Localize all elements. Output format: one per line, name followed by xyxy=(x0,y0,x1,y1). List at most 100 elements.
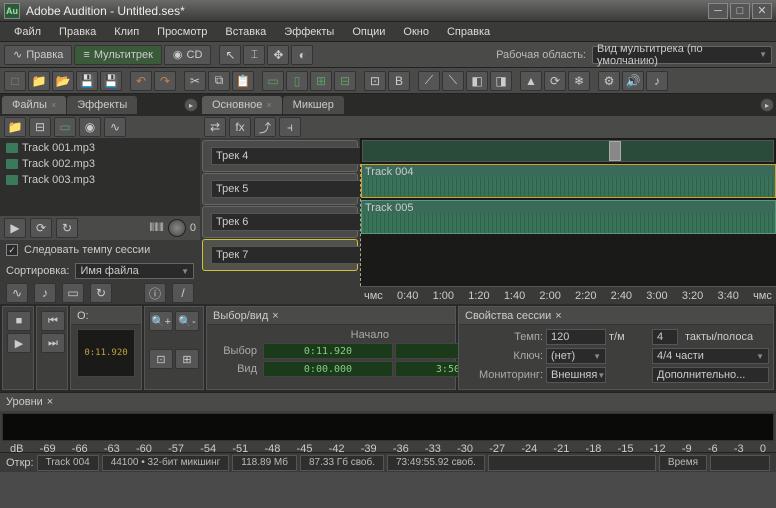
time-ruler[interactable]: чмс 0:401:001:201:402:002:202:403:003:20… xyxy=(360,286,776,304)
menu-edit[interactable]: Правка xyxy=(51,24,104,40)
menu-window[interactable]: Окно xyxy=(395,24,437,40)
key-dropdown[interactable]: (нет)▼ xyxy=(546,348,606,364)
insert-cd-button[interactable]: ◉ xyxy=(79,117,101,137)
inputs-button[interactable]: ⇄ xyxy=(204,117,226,137)
close-icon[interactable]: × xyxy=(51,100,56,110)
track-header[interactable]: Н С З xyxy=(202,239,358,271)
tool-hybrid-button[interactable]: ✥ xyxy=(267,45,289,65)
stop-button[interactable]: ■ xyxy=(7,311,31,331)
trim-button[interactable]: ⊞ xyxy=(310,71,332,91)
zoom-fit-button[interactable]: ⊡ xyxy=(149,349,173,369)
close-file-button[interactable]: ⊟ xyxy=(29,117,51,137)
settings-button[interactable]: ⚙ xyxy=(598,71,620,91)
panel-menu-button[interactable]: ▸ xyxy=(184,98,198,112)
file-list[interactable]: Track 001.mp3 Track 002.mp3 Track 003.mp… xyxy=(0,138,200,216)
zoom-out-button[interactable]: 🔍- xyxy=(175,311,199,331)
track-name-input[interactable] xyxy=(211,147,363,165)
envelope-button[interactable]: ⟋ xyxy=(418,71,440,91)
track-header[interactable]: Н С З xyxy=(202,140,358,172)
close-icon[interactable]: × xyxy=(555,310,561,322)
sel-start-input[interactable] xyxy=(263,343,393,359)
track-name-input[interactable] xyxy=(211,213,363,231)
insert-multitrack-button[interactable]: ▭ xyxy=(54,117,76,137)
tab-mixer[interactable]: Микшер xyxy=(283,96,344,114)
panel-menu-button[interactable]: ▸ xyxy=(760,98,774,112)
file-item[interactable]: Track 002.mp3 xyxy=(2,156,198,172)
timesig-dropdown[interactable]: 4/4 части▼ xyxy=(652,348,769,364)
file-item[interactable]: Track 003.mp3 xyxy=(2,172,198,188)
path-button[interactable]: / xyxy=(172,283,194,303)
minimize-button[interactable]: ─ xyxy=(708,3,728,19)
rewind-button[interactable]: ⏮ xyxy=(41,311,65,331)
mode-multitrack-button[interactable]: ≡Мультитрек xyxy=(74,45,162,65)
audio-clip[interactable]: Track 004 xyxy=(361,164,776,198)
metronome-button[interactable]: ▲ xyxy=(520,71,542,91)
copy-button[interactable]: ⧉ xyxy=(208,71,230,91)
loop-preview-button[interactable]: ↻ xyxy=(56,218,78,238)
follow-tempo-checkbox[interactable]: ✓ xyxy=(6,244,18,256)
sort-dropdown[interactable]: Имя файла▼ xyxy=(75,263,194,279)
forward-button[interactable]: ⏭ xyxy=(41,333,65,353)
open-append-button[interactable]: 📂 xyxy=(52,71,74,91)
ungroup-button[interactable]: ▯ xyxy=(286,71,308,91)
tool-time-select-button[interactable]: ⌶ xyxy=(243,45,265,65)
paste-button[interactable]: 📋 xyxy=(232,71,254,91)
session-overview[interactable] xyxy=(362,140,774,162)
menu-help[interactable]: Справка xyxy=(439,24,498,40)
undo-button[interactable]: ↶ xyxy=(130,71,152,91)
bars-input[interactable] xyxy=(652,329,678,345)
zoom-in-button[interactable]: 🔍+ xyxy=(149,311,173,331)
filter-audio-button[interactable]: ∿ xyxy=(6,283,28,303)
filter-loop-button[interactable]: ↻ xyxy=(90,283,112,303)
tab-effects[interactable]: Эффекты xyxy=(67,96,137,114)
midi-button[interactable]: ♪ xyxy=(646,71,668,91)
overview-handle[interactable] xyxy=(609,141,621,161)
close-icon[interactable]: × xyxy=(47,396,53,408)
audio-hw-button[interactable]: 🔊 xyxy=(622,71,644,91)
track-name-input[interactable] xyxy=(211,246,363,264)
play-button[interactable]: ▶ xyxy=(7,333,31,353)
freeze-button[interactable]: ❄ xyxy=(568,71,590,91)
tempo-input[interactable] xyxy=(546,329,606,345)
close-button[interactable]: ✕ xyxy=(752,3,772,19)
zoom-sel-button[interactable]: ⊞ xyxy=(175,349,199,369)
preview-volume-knob[interactable] xyxy=(168,219,186,237)
advanced-button[interactable]: Дополнительно... xyxy=(652,367,769,383)
group-button[interactable]: ▭ xyxy=(262,71,284,91)
audio-clip[interactable]: Track 005 xyxy=(361,200,776,234)
timeline[interactable]: Track 004 Track 005 xyxy=(360,164,776,286)
filter-video-button[interactable]: ▭ xyxy=(62,283,84,303)
save-all-button[interactable]: 💾 xyxy=(100,71,122,91)
maximize-button[interactable]: □ xyxy=(730,3,750,19)
redo-button[interactable]: ↷ xyxy=(154,71,176,91)
close-icon[interactable]: × xyxy=(272,310,278,322)
save-button[interactable]: 💾 xyxy=(76,71,98,91)
level-meter[interactable] xyxy=(2,413,774,441)
tab-main[interactable]: Основное× xyxy=(202,96,282,114)
snap-button[interactable]: ⊡ xyxy=(364,71,386,91)
tool-scrub-button[interactable]: ◐ xyxy=(291,45,313,65)
open-button[interactable]: 📁 xyxy=(28,71,50,91)
filter-midi-button[interactable]: ♪ xyxy=(34,283,56,303)
autoplay-button[interactable]: ⟳ xyxy=(30,218,52,238)
view-start-input[interactable] xyxy=(263,361,393,377)
sends-button[interactable]: ⤴ xyxy=(254,117,276,137)
import-button[interactable]: 📁 xyxy=(4,117,26,137)
tool-move-button[interactable]: ↖ xyxy=(219,45,241,65)
cut-button[interactable]: ✂ xyxy=(184,71,206,91)
monitoring-dropdown[interactable]: Внешняя▼ xyxy=(546,367,606,383)
menu-insert[interactable]: Вставка xyxy=(217,24,274,40)
menu-effects[interactable]: Эффекты xyxy=(276,24,342,40)
timecode-display[interactable]: 0:11.920 xyxy=(77,329,135,377)
file-item[interactable]: Track 001.mp3 xyxy=(2,140,198,156)
envelope-show-button[interactable]: ⟍ xyxy=(442,71,464,91)
close-icon[interactable]: × xyxy=(266,100,271,110)
mode-cd-button[interactable]: ◉CD xyxy=(164,45,212,65)
loop-button[interactable]: ⟳ xyxy=(544,71,566,91)
tab-files[interactable]: Файлы× xyxy=(2,96,66,114)
pan-button[interactable]: ◧ xyxy=(466,71,488,91)
workspace-dropdown[interactable]: Вид мультитрека (по умолчанию)▼ xyxy=(592,46,772,64)
mode-edit-button[interactable]: ∿Правка xyxy=(4,45,72,65)
edit-file-button[interactable]: ∿ xyxy=(104,117,126,137)
info-button[interactable]: ⓘ xyxy=(144,283,166,303)
